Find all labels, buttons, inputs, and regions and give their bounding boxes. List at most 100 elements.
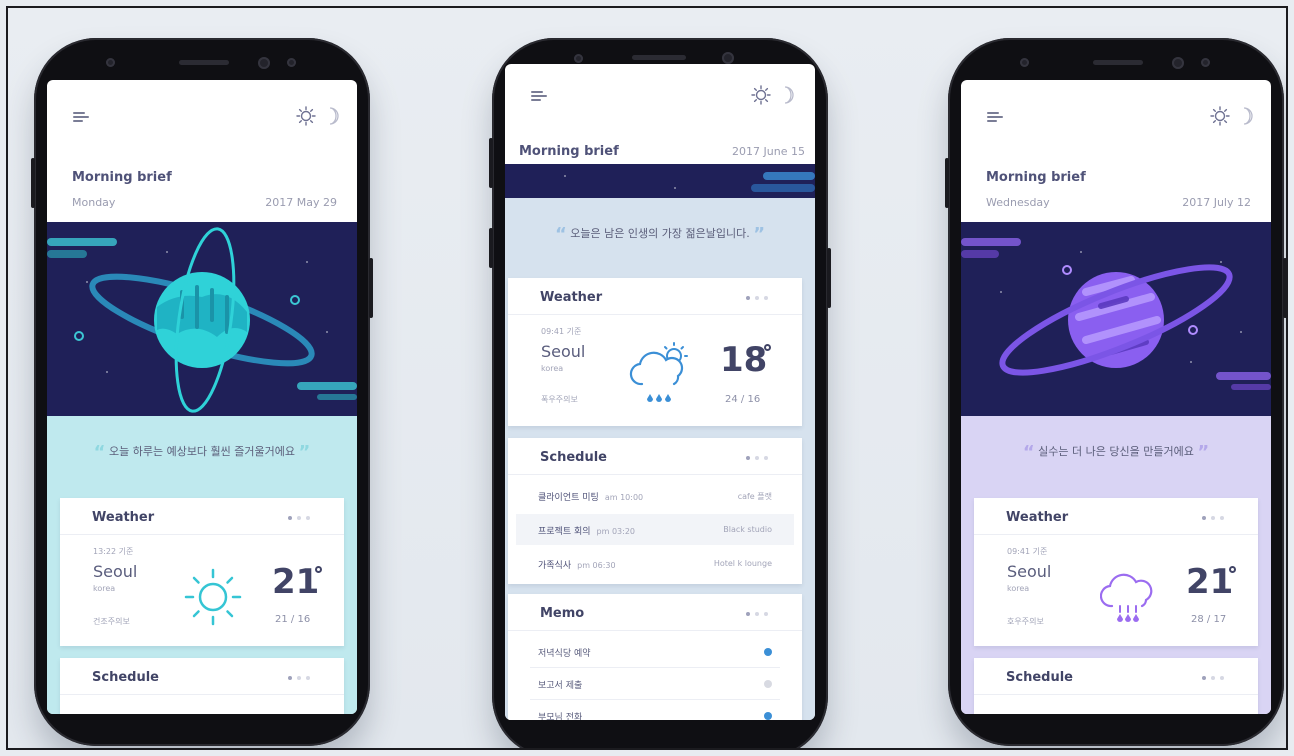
weather-temp: 21	[272, 562, 320, 602]
schedule-place: Hotel k lounge	[713, 559, 772, 568]
phone-1: Morning brief Monday 2017 May 29 “ 오늘 하루…	[31, 38, 373, 746]
showcase-frame: Morning brief Monday 2017 May 29 “ 오늘 하루…	[6, 6, 1288, 750]
schedule-card[interactable]: Schedule	[974, 658, 1258, 714]
phone-3-screen[interactable]: Morning brief Wednesday 2017 July 12 “ 실…	[961, 80, 1271, 714]
pagination-dots[interactable]	[1202, 676, 1228, 682]
weather-temp: 18	[720, 340, 768, 380]
quote-band: “ 실수는 더 나은 당신을 만들거에요 ” Weather 09:41 기준 …	[961, 416, 1271, 714]
hero-illustration	[505, 164, 815, 198]
pagination-dots[interactable]	[1202, 516, 1228, 522]
schedule-row[interactable]: 가족식사 pm 06:30 Hotel k lounge	[508, 548, 802, 579]
weather-time: 09:41 기준	[541, 327, 582, 336]
weather-time: 09:41 기준	[1007, 547, 1048, 556]
memo-row[interactable]: 보고서 제출	[508, 668, 802, 699]
weather-range: 28 / 17	[1191, 614, 1227, 625]
brief-day: Monday	[72, 196, 116, 209]
weather-country: korea	[541, 364, 564, 373]
memo-card[interactable]: Memo 저녁식당 예약 보고서 제출 부모님 전화	[508, 594, 802, 720]
card-title: Memo	[540, 606, 585, 621]
weather-country: korea	[93, 584, 116, 593]
pagination-dots[interactable]	[746, 456, 772, 462]
planet-illustration	[961, 238, 1271, 390]
brief-day: Wednesday	[986, 196, 1050, 209]
memo-row[interactable]: 저녁식당 예약	[508, 636, 802, 667]
planet-illustration	[47, 227, 357, 413]
card-title: Schedule	[1006, 670, 1073, 685]
menu-icon[interactable]	[531, 91, 547, 101]
weather-range: 24 / 16	[725, 394, 761, 405]
phone-2: Morning brief 2017 June 15 “ 오늘은 남은 인생의 …	[489, 38, 831, 748]
pagination-dots[interactable]	[288, 516, 314, 522]
schedule-name: 가족식사	[538, 561, 572, 571]
card-title: Weather	[92, 510, 155, 525]
schedule-row[interactable]: 클라이언트 미팅 am 10:00 cafe 플랫	[508, 480, 802, 511]
schedule-name: 클라이언트 미팅	[538, 493, 599, 503]
rain-cloud-icon	[629, 342, 688, 402]
schedule-card[interactable]: Schedule 클라이언트 미팅 am 10:00 cafe 플랫 프로젝트 회…	[508, 438, 802, 584]
weather-temp: 21	[1186, 562, 1234, 602]
weather-card[interactable]: Weather 13:22 기준 Seoul korea 건조주의보 21 21…	[60, 498, 344, 646]
sun-icon[interactable]	[296, 106, 316, 126]
memo-status-dot[interactable]	[764, 712, 772, 720]
sun-icon[interactable]	[751, 85, 771, 105]
schedule-time: pm 03:20	[596, 527, 636, 536]
sun-weather-icon	[184, 568, 242, 626]
weather-city: Seoul	[1007, 562, 1052, 581]
phone-1-screen[interactable]: Morning brief Monday 2017 May 29 “ 오늘 하루…	[47, 80, 357, 714]
weather-alert: 호우주의보	[1007, 617, 1044, 626]
weather-card[interactable]: Weather 09:41 기준 Seoul korea 호우주의보 21 28…	[974, 498, 1258, 646]
card-title: Weather	[540, 290, 603, 305]
memo-status-dot[interactable]	[764, 680, 772, 688]
brief-date: 2017 June 15	[732, 145, 805, 158]
weather-country: korea	[1007, 584, 1030, 593]
weather-alert: 폭우주의보	[541, 395, 578, 404]
brief-title: Morning brief	[986, 170, 1086, 185]
moon-icon[interactable]	[325, 106, 341, 126]
memo-text: 보고서 제출	[538, 681, 583, 691]
hero-illustration	[47, 222, 357, 416]
pagination-dots[interactable]	[746, 612, 772, 618]
quote-band: “ 오늘 하루는 예상보다 훨씬 즐거울거에요 ” Weather 13:22 …	[47, 416, 357, 714]
memo-row[interactable]: 부모님 전화	[508, 700, 802, 720]
daily-quote: “ 오늘은 남은 인생의 가장 젊은날입니다. ”	[554, 224, 766, 245]
phone-2-screen[interactable]: Morning brief 2017 June 15 “ 오늘은 남은 인생의 …	[505, 64, 815, 720]
memo-text: 부모님 전화	[538, 713, 583, 720]
brief-title: Morning brief	[519, 144, 619, 159]
memo-text: 저녁식당 예약	[538, 649, 591, 659]
menu-icon[interactable]	[987, 112, 1003, 122]
sun-icon[interactable]	[1210, 106, 1230, 126]
daily-quote: “ 오늘 하루는 예상보다 훨씬 즐거울거에요 ”	[93, 442, 311, 463]
brief-title: Morning brief	[72, 170, 172, 185]
weather-range: 21 / 16	[275, 614, 311, 625]
card-title: Weather	[1006, 510, 1069, 525]
top-bar	[47, 80, 357, 150]
moon-icon[interactable]	[1239, 106, 1255, 126]
top-bar	[505, 64, 815, 134]
weather-city: Seoul	[541, 342, 586, 361]
card-title: Schedule	[540, 450, 607, 465]
hero-illustration	[961, 222, 1271, 416]
schedule-card[interactable]: Schedule	[60, 658, 344, 714]
brief-date: 2017 July 12	[1182, 196, 1251, 209]
schedule-time: pm 06:30	[577, 561, 616, 570]
schedule-place: cafe 플랫	[737, 492, 772, 501]
top-bar	[961, 80, 1271, 150]
daily-quote: “ 실수는 더 나은 당신을 만들거에요 ”	[1022, 442, 1210, 463]
menu-icon[interactable]	[73, 112, 89, 122]
quote-band: “ 오늘은 남은 인생의 가장 젊은날입니다. ” Weather 09:41 …	[505, 198, 815, 720]
schedule-time: am 10:00	[604, 493, 644, 502]
memo-status-dot[interactable]	[764, 648, 772, 656]
weather-card[interactable]: Weather 09:41 기준 Seoul korea 폭우주의보 18 24…	[508, 278, 802, 426]
weather-alert: 건조주의보	[93, 617, 130, 626]
pagination-dots[interactable]	[746, 296, 772, 302]
rain-cloud-icon	[1100, 573, 1153, 622]
weather-city: Seoul	[93, 562, 138, 581]
weather-time: 13:22 기준	[93, 547, 134, 556]
brief-date: 2017 May 29	[265, 196, 337, 209]
moon-icon[interactable]	[780, 85, 796, 105]
schedule-name: 프로젝트 회의	[538, 527, 591, 537]
card-title: Schedule	[92, 670, 159, 685]
schedule-row[interactable]: 프로젝트 회의 pm 03:20 Black studio	[516, 514, 794, 545]
schedule-place: Black studio	[723, 525, 772, 534]
pagination-dots[interactable]	[288, 676, 314, 682]
